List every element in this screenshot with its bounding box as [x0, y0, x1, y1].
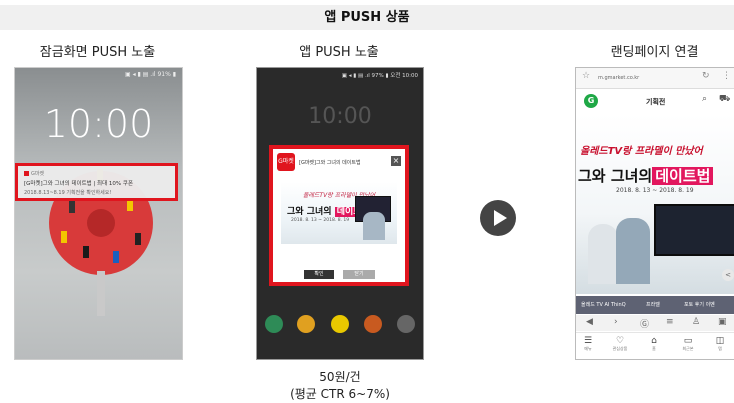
search-icon[interactable]: ⌕ [702, 94, 707, 104]
browser-url-bar[interactable]: ☆ m.gmarket.co.kr ↻ ⋮ [576, 68, 734, 89]
play-icon[interactable] [480, 200, 516, 236]
bottom-item-label: 홈 [652, 346, 656, 351]
heart-icon: ♡ [615, 336, 625, 346]
phone-app-icon[interactable] [265, 315, 283, 333]
my-page-icon[interactable]: ♙ [692, 317, 700, 327]
landing-main-a: 그와 그녀의 [578, 167, 653, 185]
lock-screen-clock: 10:00 [43, 102, 154, 146]
bottom-item-menu[interactable]: ☰ 메뉴 [578, 336, 598, 352]
push-popup: G마켓 [G마켓]그와 그녀의 데이트법 × 올레드TV랑 프라델이 만났어 그… [269, 145, 409, 286]
bottom-item-home[interactable]: ⌂ 홈 [644, 336, 664, 352]
landing-page-label: 랜딩페이지 연결 [610, 45, 699, 60]
popup-header: G마켓 [G마켓]그와 그녀의 데이트법 × [277, 153, 401, 173]
landing-date: 2018. 8. 13 ~ 2018. 8. 19 [616, 187, 694, 194]
lock-screen-phone: ▣ ◂ ▮ ▤ .ıl 91% ▮ 10:00 G마켓 [G마켓]그와 그녀의 … [14, 67, 183, 360]
contacts-app-icon[interactable] [297, 315, 315, 333]
bottom-item-recent[interactable]: ▭ 최근본 [678, 336, 698, 352]
apps-grid-icon[interactable] [397, 315, 415, 333]
cart-icon[interactable]: ⛟ [719, 94, 730, 105]
gmarket-home-icon[interactable]: Ⓖ [640, 317, 649, 330]
notification-title: [G마켓]그와 그녀의 데이트법 | 최대 10% 쿠폰 [24, 181, 134, 187]
menu-icon[interactable]: ≡ [666, 317, 674, 327]
browser-nav-bar: ◀ › Ⓖ ≡ ♙ ▣ [576, 315, 734, 331]
popup-banner[interactable]: 올레드TV랑 프라델이 만났어 그와 그녀의 데이트법 2018. 8. 13 … [281, 182, 397, 244]
tabs-icon: ◫ [715, 336, 725, 346]
bottom-item-tabs[interactable]: ◫ 탭 [710, 336, 730, 352]
camera-app-icon[interactable] [364, 315, 382, 333]
forward-icon[interactable]: › [614, 317, 618, 327]
header-title: 기획전 [646, 98, 666, 106]
confirm-button[interactable]: 확인 [304, 270, 334, 279]
bottom-item-label: 최근본 [682, 346, 694, 351]
browser-bottom-bar: ☰ 메뉴 ♡ 관심상품 ⌂ 홈 ▭ 최근본 ◫ 탭 [576, 332, 734, 359]
browser-menu-icon[interactable]: ⋮ [722, 71, 731, 81]
chat-app-icon[interactable] [331, 315, 349, 333]
page-title: 앱 PUSH 상품 [0, 5, 734, 30]
gmarket-logo-icon[interactable]: G [584, 94, 598, 108]
close-icon[interactable]: × [391, 156, 401, 166]
bottom-item-label: 관심상품 [612, 346, 628, 351]
landing-person-image [616, 218, 650, 284]
close-button[interactable]: 닫기 [343, 270, 375, 279]
status-bar: ▣ ◂ ▮ ▤ .ıl 97% ▮ 오전 10:00 [341, 73, 418, 79]
recent-icon: ▭ [683, 336, 693, 346]
price-per-push: 50원/건 [319, 370, 361, 384]
bottom-item-label: 메뉴 [584, 346, 592, 351]
banner-main-a: 그와 그녀의 [287, 207, 332, 217]
background-clock: 10:00 [308, 104, 372, 129]
landing-main-b: 데이트법 [652, 167, 714, 185]
landing-person-image [588, 224, 618, 284]
app-header: G 기획전 ⌕ ⛟ [576, 89, 734, 113]
back-icon[interactable]: ◀ [586, 317, 593, 327]
popup-title: [G마켓]그와 그녀의 데이트법 [299, 160, 361, 166]
category-tab-bar: 올레드 TV AI ThinQ 프라델 포토 후기 이벤 [576, 296, 734, 314]
landing-script-text: 올레드TV랑 프라델이 만났어 [580, 146, 703, 157]
lock-screen-label: 잠금화면 PUSH 노출 [39, 45, 156, 60]
app-push-label: 앱 PUSH 노출 [299, 45, 379, 60]
notification-app-name: G마켓 [24, 170, 44, 177]
menu-icon: ☰ [583, 336, 593, 346]
status-bar: ▣ ◂ ▮ ▤ .ıl 91% ▮ [125, 71, 176, 78]
landing-banner: 올레드TV랑 프라델이 만났어 그와 그녀의 데이트법 2018. 8. 13 ~… [576, 114, 734, 294]
bottom-item-label: 탭 [718, 346, 722, 351]
bookmark-star-icon[interactable]: ☆ [582, 71, 590, 81]
banner-people-image [363, 212, 385, 240]
average-ctr: (평균 CTR 6~7%) [290, 387, 390, 401]
landing-tv-image [654, 204, 734, 256]
tab-category[interactable]: 프라델 [646, 301, 660, 308]
share-icon[interactable]: < [722, 269, 734, 281]
app-push-phone: ▣ ◂ ▮ ▤ .ıl 97% ▮ 오전 10:00 10:00 G마켓 [G마… [256, 67, 424, 360]
url-text[interactable]: m.gmarket.co.kr [598, 75, 639, 81]
landing-page-phone: ☆ m.gmarket.co.kr ↻ ⋮ G 기획전 ⌕ ⛟ 올레드TV랑 프… [575, 67, 734, 360]
notification-subtitle: 2018.8.13~8.19 기획전을 확인하세요! [24, 190, 112, 196]
lock-screen-notification[interactable]: G마켓 [G마켓]그와 그녀의 데이트법 | 최대 10% 쿠폰 2018.8.… [15, 163, 178, 201]
tab-category[interactable]: 포토 후기 이벤 [684, 301, 715, 308]
tab-category[interactable]: 올레드 TV AI ThinQ [581, 301, 626, 308]
bottom-item-wishlist[interactable]: ♡ 관심상품 [610, 336, 630, 352]
gmarket-logo-icon: G마켓 [277, 153, 295, 171]
landing-main-text: 그와 그녀의 데이트법 [578, 165, 714, 186]
banner-date: 2018. 8. 13 ~ 2018. 8. 19 [291, 218, 350, 223]
home-icon: ⌂ [651, 336, 657, 346]
cart-icon[interactable]: ▣ [718, 317, 727, 327]
refresh-icon[interactable]: ↻ [702, 71, 710, 81]
